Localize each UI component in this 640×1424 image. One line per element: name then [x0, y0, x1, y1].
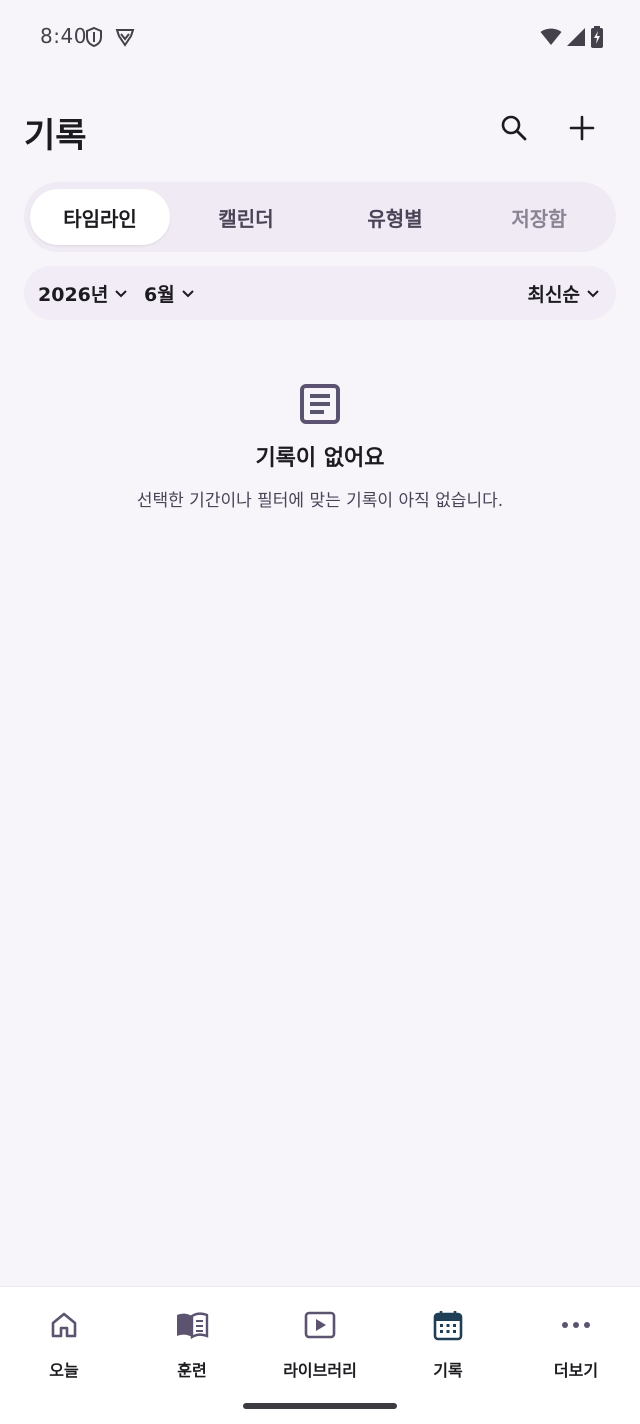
app-header: 기록 — [0, 100, 640, 164]
tab-saved[interactable]: 저장함 — [468, 189, 610, 245]
status-time: 8:40 — [40, 24, 87, 48]
nav-item-records[interactable]: 기록 — [384, 1305, 512, 1389]
sort-dropdown[interactable]: 최신순 — [528, 266, 600, 320]
add-icon — [569, 115, 595, 145]
shield-icon — [84, 26, 104, 48]
nav-item-today[interactable]: 오늘 — [0, 1305, 128, 1389]
nav-label: 라이브러리 — [283, 1361, 357, 1380]
chevron-down-icon — [586, 282, 600, 304]
search-icon — [500, 114, 528, 146]
empty-state: 기록이 없어요 선택한 기간이나 필터에 맞는 기록이 아직 없습니다. — [0, 380, 640, 511]
chevron-down-icon — [114, 282, 128, 304]
status-bar: 8:40 — [0, 0, 640, 76]
nav-item-training[interactable]: 훈련 — [128, 1305, 256, 1389]
play-icon — [304, 1305, 336, 1345]
document-icon — [0, 380, 640, 428]
book-icon — [175, 1305, 209, 1345]
page-title: 기록 — [24, 116, 87, 156]
nav-label: 기록 — [433, 1361, 463, 1380]
calendar-icon — [433, 1305, 463, 1345]
home-icon — [49, 1305, 79, 1345]
search-button[interactable] — [492, 108, 536, 152]
nav-label: 훈련 — [177, 1361, 207, 1380]
view-tabs: 타임라인 캘린더 유형별 저장함 — [24, 182, 616, 252]
filter-bar: 2026년 6월 최신순 — [24, 266, 616, 320]
tab-timeline[interactable]: 타임라인 — [30, 189, 170, 245]
home-indicator[interactable] — [243, 1403, 397, 1409]
month-dropdown[interactable]: 6월 — [144, 266, 195, 320]
nav-label: 더보기 — [553, 1361, 599, 1380]
empty-description: 선택한 기간이나 필터에 맞는 기록이 아직 없습니다. — [136, 491, 504, 511]
sort-value: 최신순 — [527, 283, 580, 306]
battery-charging-icon — [590, 26, 604, 48]
tab-by-type[interactable]: 유형별 — [322, 189, 468, 245]
vpn-icon — [114, 26, 136, 48]
year-value: 2026년 — [38, 283, 109, 306]
wifi-icon — [540, 27, 562, 47]
signal-icon — [566, 27, 586, 47]
empty-title: 기록이 없어요 — [255, 446, 385, 471]
more-icon — [561, 1305, 591, 1345]
nav-item-more[interactable]: 더보기 — [512, 1305, 640, 1389]
chevron-down-icon — [181, 282, 195, 304]
nav-label: 오늘 — [49, 1361, 79, 1380]
add-button[interactable] — [560, 108, 604, 152]
nav-item-library[interactable]: 라이브러리 — [256, 1305, 384, 1389]
month-value: 6월 — [144, 283, 175, 306]
tab-calendar[interactable]: 캘린더 — [170, 189, 322, 245]
year-dropdown[interactable]: 2026년 — [38, 266, 128, 320]
